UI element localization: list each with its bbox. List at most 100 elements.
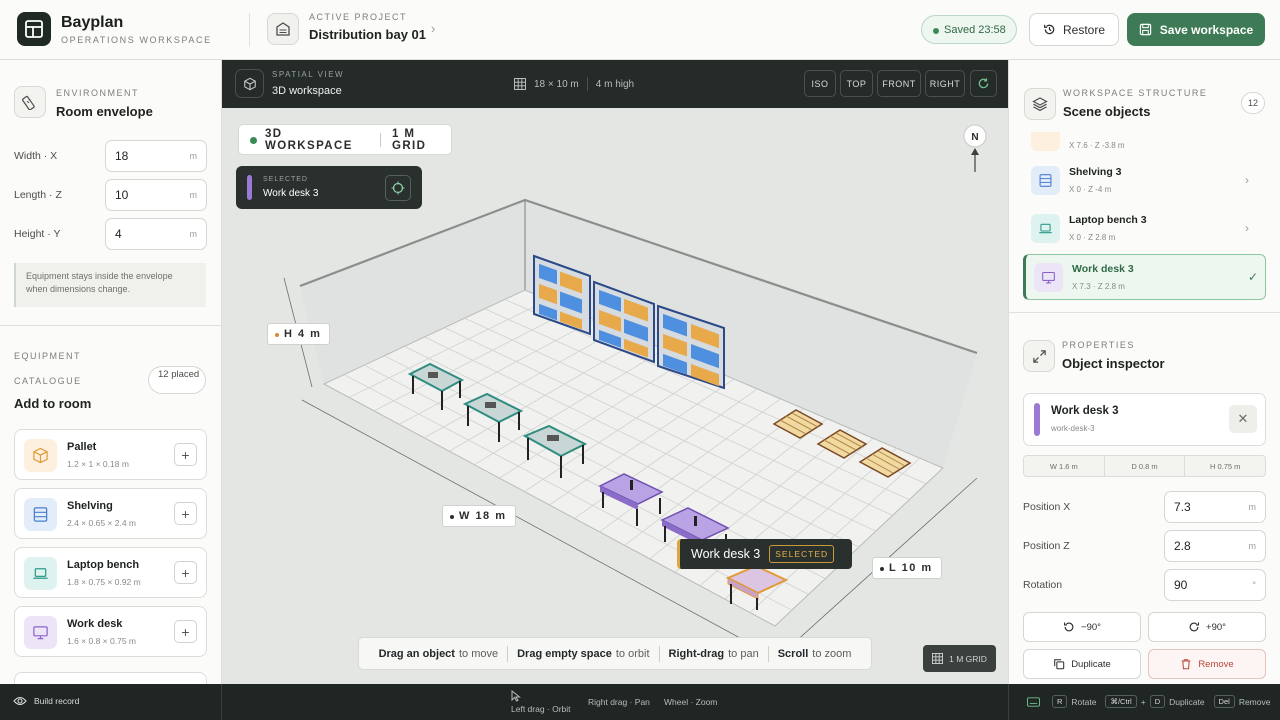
catalogue-item-laptop-bench[interactable]: Laptop bench 1.8 × 0.75 × 0.92 m + xyxy=(14,547,207,598)
inspected-object-name: Work desk 3 xyxy=(1051,405,1119,417)
viewport-key: SPATIAL VIEW xyxy=(272,70,345,79)
mode-chip: 3D WORKSPACE 1 M GRID xyxy=(238,124,452,155)
object-color-bar xyxy=(1034,403,1040,436)
catalogue-item-name: Laptop bench xyxy=(67,559,140,571)
scene-object-coords: X 7.3 · Z 2.8 m xyxy=(1072,282,1125,291)
length-dimension-tag: L 10 m xyxy=(872,557,942,579)
selected-object-card: SELECTED Work desk 3 xyxy=(236,166,422,209)
rotate-ccw-icon xyxy=(1064,622,1074,632)
position-x-label: Position X xyxy=(1023,501,1071,513)
catalogue-item-dims: 1.8 × 0.75 × 0.92 m xyxy=(67,577,141,587)
laptop-icon xyxy=(1031,214,1060,243)
add-pallet-button[interactable]: + xyxy=(174,443,197,466)
add-shelving-button[interactable]: + xyxy=(174,502,197,525)
chip-divider xyxy=(380,132,381,147)
width-value: 18 xyxy=(115,149,129,163)
focus-target-button[interactable] xyxy=(385,175,411,201)
rotation-input[interactable]: 90 ° xyxy=(1164,569,1266,601)
left-divider xyxy=(0,325,221,326)
scene-object-partial[interactable]: X 7.6 · Z -3.8 m xyxy=(1023,132,1266,160)
viewport[interactable]: N SPATIAL VIEW 3D workspace 18 × 10 m 4 … xyxy=(222,60,1008,684)
reset-view-button[interactable] xyxy=(970,70,997,97)
inspector-header: PROPERTIES Object inspector xyxy=(1062,340,1165,371)
height-input[interactable]: 4m xyxy=(105,218,207,250)
help-text-4: to zoom xyxy=(812,647,852,660)
eye-icon xyxy=(13,696,27,706)
shelving-icon xyxy=(24,498,57,531)
view-right-button[interactable]: RIGHT xyxy=(925,70,965,97)
right-divider xyxy=(1009,312,1280,313)
duplicate-button[interactable]: Duplicate xyxy=(1023,649,1141,679)
view-iso-button[interactable]: ISO xyxy=(804,70,836,97)
selected-key: SELECTED xyxy=(263,176,308,183)
rotate-minus-button[interactable]: −90° xyxy=(1023,612,1141,642)
catalogue-item-partial[interactable] xyxy=(14,672,207,684)
rotation-label: Rotation xyxy=(1023,579,1063,591)
environment-key: ENVIRONMENT xyxy=(56,88,140,98)
scene-object-work-desk-3[interactable]: Work desk 3 X 7.3 · Z 2.8 m ✓ xyxy=(1023,254,1266,300)
save-workspace-label: Save workspace xyxy=(1159,22,1254,37)
height-label: Height · Y xyxy=(14,228,61,240)
catalogue-item-work-desk[interactable]: Work desk 1.6 × 0.8 × 0.75 m + xyxy=(14,606,207,657)
save-workspace-button[interactable]: Save workspace xyxy=(1127,13,1265,46)
saved-status-badge: Saved 23:58 xyxy=(921,15,1017,44)
inspected-object-id: work-desk-3 xyxy=(1051,424,1095,433)
catalogue-item-name: Work desk xyxy=(67,618,123,630)
help-bold-2: Drag empty space xyxy=(517,647,612,660)
grid-icon xyxy=(932,653,944,664)
width-label: Width · X xyxy=(14,150,58,162)
key-plus: + xyxy=(1140,696,1146,707)
duplicate-hint: Duplicate xyxy=(1169,696,1205,707)
scene-object-shelving-3[interactable]: Shelving 3 X 0 · Z -4 m › xyxy=(1023,158,1266,204)
chevron-right-icon: › xyxy=(1245,221,1249,235)
object-dimensions: W 1.6 m D 0.8 m H 0.75 m xyxy=(1023,455,1266,477)
equipment-key: EQUIPMENT xyxy=(14,351,82,361)
structure-header: WORKSPACE STRUCTURE Scene objects xyxy=(1063,88,1207,119)
height-unit: m xyxy=(189,229,198,239)
project-name: Distribution bay 01 xyxy=(309,27,427,42)
scene-object-laptop-bench-3[interactable]: Laptop bench 3 X 0 · Z 2.8 m › xyxy=(1023,206,1266,252)
viewport-title: 3D workspace xyxy=(272,85,342,97)
catalogue-item-pallet[interactable]: Pallet 1.2 × 1 × 0.18 m + xyxy=(14,429,207,480)
add-work-desk-button[interactable]: + xyxy=(174,620,197,643)
grid-toggle[interactable]: 1 M GRID xyxy=(923,645,996,672)
footer-divider xyxy=(1008,684,1009,720)
object-depth: D 0.8 m xyxy=(1103,456,1185,476)
grid-icon xyxy=(514,78,526,90)
key-ctrl: ⌘/Ctrl xyxy=(1105,695,1137,708)
app-subtitle: OPERATIONS WORKSPACE xyxy=(61,35,212,45)
ruler-icon xyxy=(14,86,46,118)
position-z-value: 2.8 xyxy=(1174,539,1191,553)
length-input[interactable]: 10 m xyxy=(105,179,207,211)
shelving-icon xyxy=(1031,166,1060,195)
add-laptop-bench-button[interactable]: + xyxy=(174,561,197,584)
chevron-right-icon[interactable]: › xyxy=(431,21,435,36)
position-z-unit: m xyxy=(1248,541,1257,551)
app-logo[interactable] xyxy=(17,12,51,46)
catalogue-item-shelving[interactable]: Shelving 2.4 × 0.65 × 2.4 m + xyxy=(14,488,207,539)
width-input[interactable]: 18 m xyxy=(105,140,207,172)
deselect-button[interactable]: ✕ xyxy=(1229,405,1257,433)
help-bold-3: Right-drag xyxy=(668,647,725,660)
selected-object-name: Work desk 3 xyxy=(691,547,761,561)
view-top-button[interactable]: TOP xyxy=(840,70,873,97)
scene-object-coords: X 0 · Z 2.8 m xyxy=(1069,233,1116,242)
rotate-plus-button[interactable]: +90° xyxy=(1148,612,1266,642)
build-record-toggle[interactable]: Build record xyxy=(13,696,79,706)
position-z-input[interactable]: 2.8 m xyxy=(1164,530,1266,562)
restore-button[interactable]: Restore xyxy=(1029,13,1119,46)
catalogue-key: CATALOGUE xyxy=(14,376,82,386)
project-switcher[interactable]: ACTIVE PROJECT Distribution bay 01 xyxy=(309,12,426,42)
scene-object-coords: X 0 · Z -4 m xyxy=(1069,185,1112,194)
layers-icon xyxy=(1024,88,1056,120)
position-x-input[interactable]: 7.3 m xyxy=(1164,491,1266,523)
project-icon[interactable] xyxy=(267,13,299,45)
object-count-badge: 12 xyxy=(1241,92,1265,114)
view-front-button[interactable]: FRONT xyxy=(877,70,921,97)
room-dimensions: 18 × 10 m 4 m high xyxy=(514,77,634,91)
width-field-row: Width · X 18 m xyxy=(14,140,207,172)
copy-icon xyxy=(1054,659,1065,670)
scene-object-name: Laptop bench 3 xyxy=(1069,214,1147,226)
remove-button[interactable]: Remove xyxy=(1148,649,1266,679)
selected-name: Work desk 3 xyxy=(263,188,319,199)
